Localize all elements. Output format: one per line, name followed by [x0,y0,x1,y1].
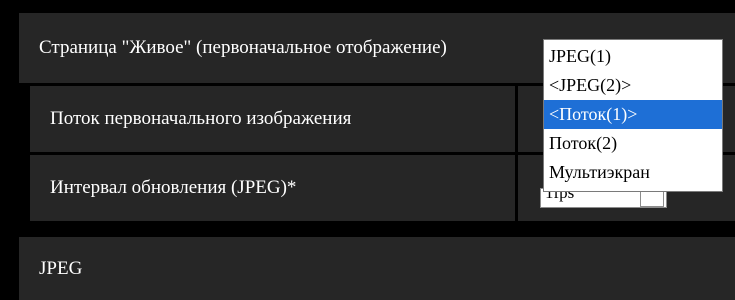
refresh-interval-label: Интервал обновления (JPEG)* [50,177,297,198]
initial-stream-dropdown-list[interactable]: JPEG(1) <JPEG(2)> <Поток(1)> Поток(2) Му… [543,39,723,192]
dropdown-option-stream-2[interactable]: Поток(2) [544,129,722,158]
jpeg-section-title: JPEG [39,258,83,279]
dropdown-option-multiscreen[interactable]: Мультиэкран [544,158,722,187]
row-divider [515,155,518,221]
initial-stream-label: Поток первоначального изображения [50,108,352,129]
dropdown-option-stream-1[interactable]: <Поток(1)> [544,100,722,129]
chevron-down-icon[interactable] [640,191,664,207]
dropdown-option-jpeg-2[interactable]: <JPEG(2)> [544,71,722,100]
dropdown-option-jpeg-1[interactable]: JPEG(1) [544,42,722,71]
live-page-section-title: Страница "Живое" (первоначальное отображ… [39,37,447,58]
jpeg-section-header: JPEG [19,237,735,300]
row-divider [515,86,518,152]
